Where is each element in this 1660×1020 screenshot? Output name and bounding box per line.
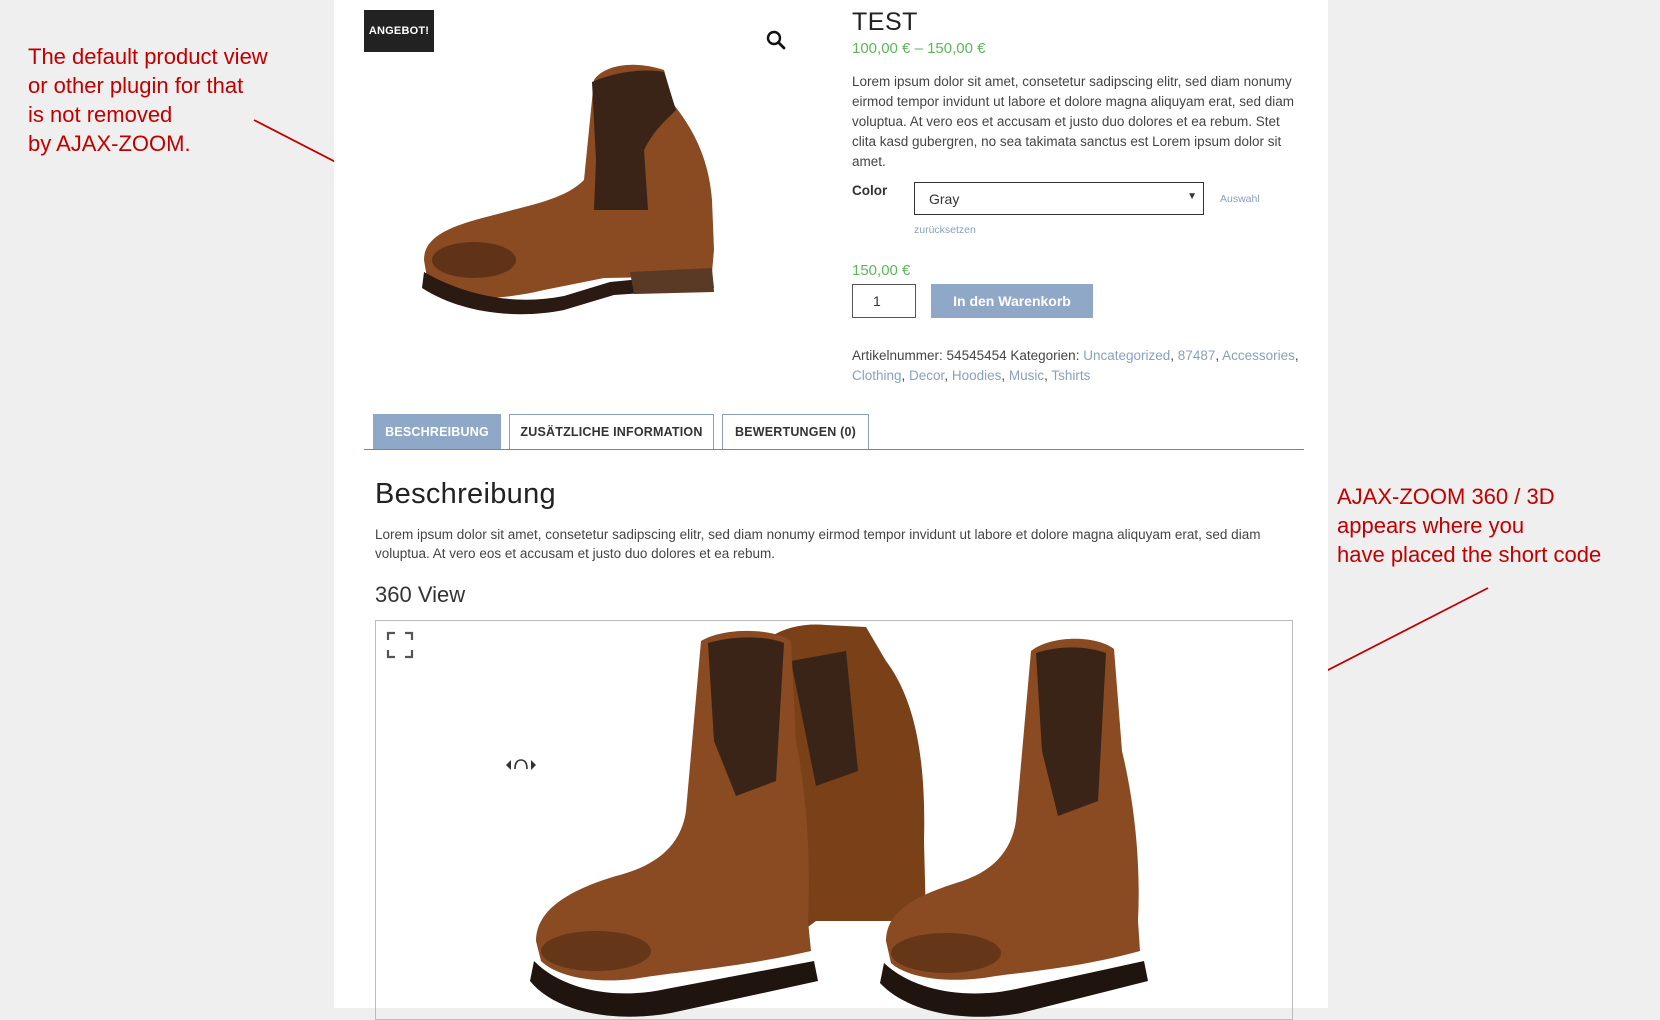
fullscreen-icon[interactable]	[386, 631, 414, 659]
categories-label: Kategorien:	[1010, 348, 1080, 363]
color-select-value: Gray	[929, 190, 960, 207]
category-link[interactable]: Hoodies	[952, 368, 1002, 383]
product-page: ANGEBOT! TEST 100,00 € – 150,00 € Lorem …	[334, 0, 1328, 1020]
ajax-zoom-360-viewer[interactable]	[375, 620, 1293, 1020]
description-text: Lorem ipsum dolor sit amet, consetetur s…	[375, 527, 1261, 561]
boots-pair-image	[530, 624, 1148, 1017]
variation-price: 150,00 €	[852, 262, 911, 279]
color-label: Color	[852, 183, 888, 198]
sku-label: Artikelnummer:	[852, 348, 943, 363]
category-link[interactable]: 87487	[1178, 348, 1216, 363]
description-heading: Beschreibung	[375, 478, 556, 510]
reset-selection-link[interactable]: Auswahl	[1220, 193, 1260, 205]
sale-badge: ANGEBOT!	[364, 10, 434, 52]
product-image[interactable]	[364, 10, 804, 330]
product-meta: Artikelnummer: 54545454 Kategorien: Unca…	[852, 348, 1299, 383]
quantity-input[interactable]	[852, 284, 916, 318]
category-link[interactable]: Clothing	[852, 368, 902, 383]
category-link[interactable]: Uncategorized	[1083, 348, 1170, 363]
color-select[interactable]: Gray ▼	[914, 182, 1204, 215]
sku-value: 54545454	[946, 348, 1007, 363]
view-360-heading: 360 View	[375, 582, 466, 607]
short-description: Lorem ipsum dolor sit amet, consetetur s…	[852, 74, 1294, 169]
category-link[interactable]: Accessories	[1222, 348, 1295, 363]
tab-beschreibung[interactable]: BESCHREIBUNG	[373, 414, 501, 449]
chevron-down-icon: ▼	[1187, 191, 1197, 202]
tab-bewertungen[interactable]: BEWERTUNGEN (0)	[722, 414, 869, 449]
price-range: 100,00 € – 150,00 €	[852, 40, 986, 57]
category-link[interactable]: Music	[1009, 368, 1044, 383]
tabs-divider	[364, 449, 1304, 450]
category-link[interactable]: Tshirts	[1051, 368, 1090, 383]
reset-selection-link-2[interactable]: zurücksetzen	[914, 224, 976, 236]
magnifier-icon[interactable]	[764, 28, 788, 52]
boot-heel	[630, 268, 714, 294]
add-to-cart-button[interactable]: In den Warenkorb	[931, 284, 1093, 318]
product-title: TEST	[852, 8, 918, 36]
category-link[interactable]: Decor	[909, 368, 944, 383]
tab-zusaetzliche-information[interactable]: ZUSÄTZLICHE INFORMATION	[509, 414, 714, 449]
